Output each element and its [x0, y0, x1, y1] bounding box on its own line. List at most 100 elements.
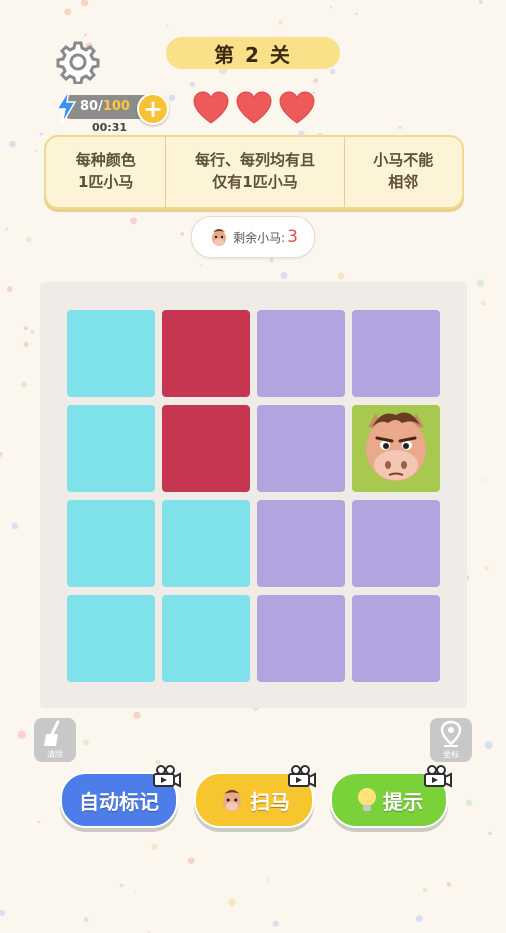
confetti-dot	[465, 799, 473, 807]
board-cell[interactable]	[162, 595, 250, 682]
confetti-dot	[337, 272, 345, 280]
confetti-dot	[34, 149, 37, 152]
confetti-dot	[84, 33, 87, 37]
board-cell[interactable]	[352, 595, 440, 682]
settings-gear-icon[interactable]	[56, 40, 100, 84]
confetti-dot	[20, 381, 28, 388]
rule-not-adjacent: 小马不能 相邻	[343, 137, 462, 207]
broom-icon	[44, 720, 60, 746]
confetti-dot	[6, 286, 13, 292]
rules-panel: 每种颜色 1匹小马 每行、每列均有且 仅有1匹小马 小马不能 相邻	[44, 135, 464, 209]
confetti-dot	[30, 330, 35, 334]
location-pin-icon	[440, 720, 462, 747]
confetti-dot	[480, 300, 486, 306]
board-cell[interactable]	[352, 310, 440, 397]
energy-max: 100	[102, 99, 130, 114]
confetti-dot	[422, 887, 428, 893]
coordinate-label: 坐标	[443, 750, 459, 759]
confetti-dot	[168, 94, 176, 102]
scan-horse-label: 扫马	[250, 789, 290, 814]
confetti-dot	[330, 68, 336, 75]
confetti-dot	[189, 81, 196, 88]
board-cell[interactable]	[162, 405, 250, 492]
confetti-dot	[37, 820, 41, 824]
game-board	[40, 282, 467, 708]
confetti-dot	[272, 920, 279, 927]
confetti-dot	[228, 898, 236, 907]
confetti-dot	[180, 232, 185, 236]
confetti-dot	[355, 12, 358, 16]
heart-icon	[236, 91, 272, 124]
horse-icon	[223, 789, 241, 812]
board-cell[interactable]	[257, 310, 345, 397]
confetti-dot	[187, 857, 195, 864]
confetti-dot	[484, 566, 489, 571]
board-cell[interactable]	[352, 500, 440, 587]
board-cell[interactable]	[67, 405, 155, 492]
confetti-dot	[148, 930, 150, 933]
board-cell[interactable]	[257, 595, 345, 682]
add-energy-button[interactable]: +	[137, 93, 169, 125]
confetti-dot	[23, 341, 29, 347]
heart-icon	[279, 91, 315, 124]
heart-icon	[193, 91, 229, 124]
confetti-dot	[119, 883, 124, 887]
energy-count: 80/100	[80, 99, 130, 114]
remaining-horses-badge: 剩余小马: 3	[191, 216, 315, 258]
confetti-dot	[166, 24, 169, 27]
board-cell[interactable]	[352, 405, 440, 492]
board-cell[interactable]	[67, 310, 155, 397]
confetti-dot	[9, 140, 16, 148]
remaining-label: 剩余小马:	[233, 230, 286, 245]
rule-one-per-color: 每种颜色 1匹小马	[75, 151, 136, 191]
confetti-dot	[80, 0, 89, 7]
confetti-dot	[488, 831, 492, 836]
confetti-dot	[484, 741, 493, 750]
rule-one-per-row-col: 每行、每列均有且 仅有1匹小马	[165, 137, 343, 207]
confetti-dot	[446, 882, 451, 887]
horse-icon	[366, 412, 426, 481]
confetti-dot	[64, 8, 72, 16]
confetti-dot	[5, 227, 9, 231]
confetti-dot	[478, 0, 483, 4]
confetti-dot	[0, 909, 5, 916]
confetti-dot	[476, 279, 485, 288]
coordinate-button[interactable]: 坐标	[430, 718, 472, 762]
confetti-dot	[484, 478, 487, 482]
confetti-dot	[398, 126, 402, 129]
board-cell[interactable]	[67, 500, 155, 587]
board-cell[interactable]	[257, 405, 345, 492]
energy-timer: 00:31	[92, 121, 128, 134]
confetti-dot	[280, 272, 288, 280]
confetti-dot	[83, 917, 89, 922]
confetti-dot	[265, 878, 269, 882]
confetti-dot	[415, 915, 423, 922]
confetti-dot	[0, 452, 3, 457]
clear-button[interactable]: 清除	[34, 718, 76, 762]
confetti-dot	[278, 20, 283, 25]
confetti-dot	[151, 844, 158, 850]
board-cell[interactable]	[162, 500, 250, 587]
board-cell[interactable]	[67, 595, 155, 682]
lightning-icon	[55, 89, 77, 125]
confetti-dot	[330, 6, 333, 9]
confetti-dot	[133, 711, 141, 719]
board-cell[interactable]	[257, 500, 345, 587]
confetti-dot	[200, 263, 203, 266]
confetti-dot	[39, 132, 43, 136]
level-title: 第 2 关	[166, 37, 340, 69]
auto-mark-label: 自动标记	[79, 789, 159, 814]
video-ad-icon	[288, 765, 316, 788]
hint-label: 提示	[383, 789, 423, 814]
board-cell[interactable]	[162, 310, 250, 397]
remaining-count: 3	[287, 227, 298, 247]
confetti-dot	[269, 258, 274, 263]
confetti-dot	[134, 891, 136, 894]
confetti-dot	[83, 739, 89, 746]
confetti-dot	[17, 730, 26, 739]
confetti-dot	[26, 237, 32, 243]
clear-label: 清除	[47, 750, 63, 759]
video-ad-icon	[153, 765, 181, 788]
lightbulb-icon	[358, 788, 376, 811]
confetti-dot	[23, 326, 28, 331]
